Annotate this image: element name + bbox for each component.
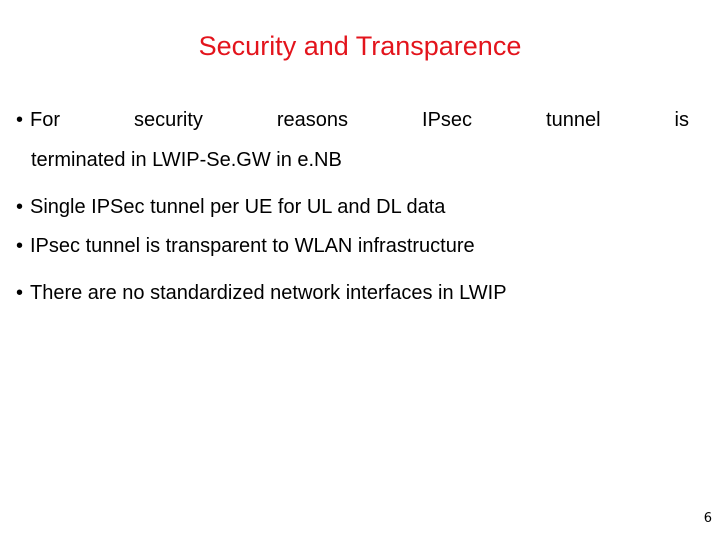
bullet-item-3: • IPsec tunnel is transparent to WLAN inf… xyxy=(16,234,475,258)
bullet-word: tunnel xyxy=(546,109,601,131)
bullet-marker: • xyxy=(16,282,24,304)
bullet-word: • For xyxy=(16,109,60,131)
bullet-marker: • xyxy=(16,235,24,257)
bullet-item-2: • Single IPSec tunnel per UE for UL and D… xyxy=(16,195,445,219)
bullet-text: Single IPSec tunnel per UE for UL and DL… xyxy=(30,196,446,218)
bullet-marker: • xyxy=(16,109,24,131)
bullet-item-4: • There are no standardized network inter… xyxy=(16,281,507,305)
bullet-word: security xyxy=(133,109,203,131)
bullet-word: is xyxy=(674,109,689,131)
bullet-word: reasons xyxy=(276,109,349,131)
bullet-item-1: • For security reasons IPsec tunnel is xyxy=(16,108,689,132)
bullet-word: IPsec xyxy=(422,109,473,131)
bullet-text: IPsec tunnel is transparent to WLAN infr… xyxy=(30,235,475,257)
bullet-marker: • xyxy=(16,196,24,218)
page-number: 6 xyxy=(703,511,712,526)
slide-title: Security and Transparence xyxy=(198,31,522,61)
bullet-text: There are no standardized network interf… xyxy=(30,282,507,304)
bullet-item-1-continuation: terminated in LWIP-Se.GW in e.NB xyxy=(31,149,342,171)
